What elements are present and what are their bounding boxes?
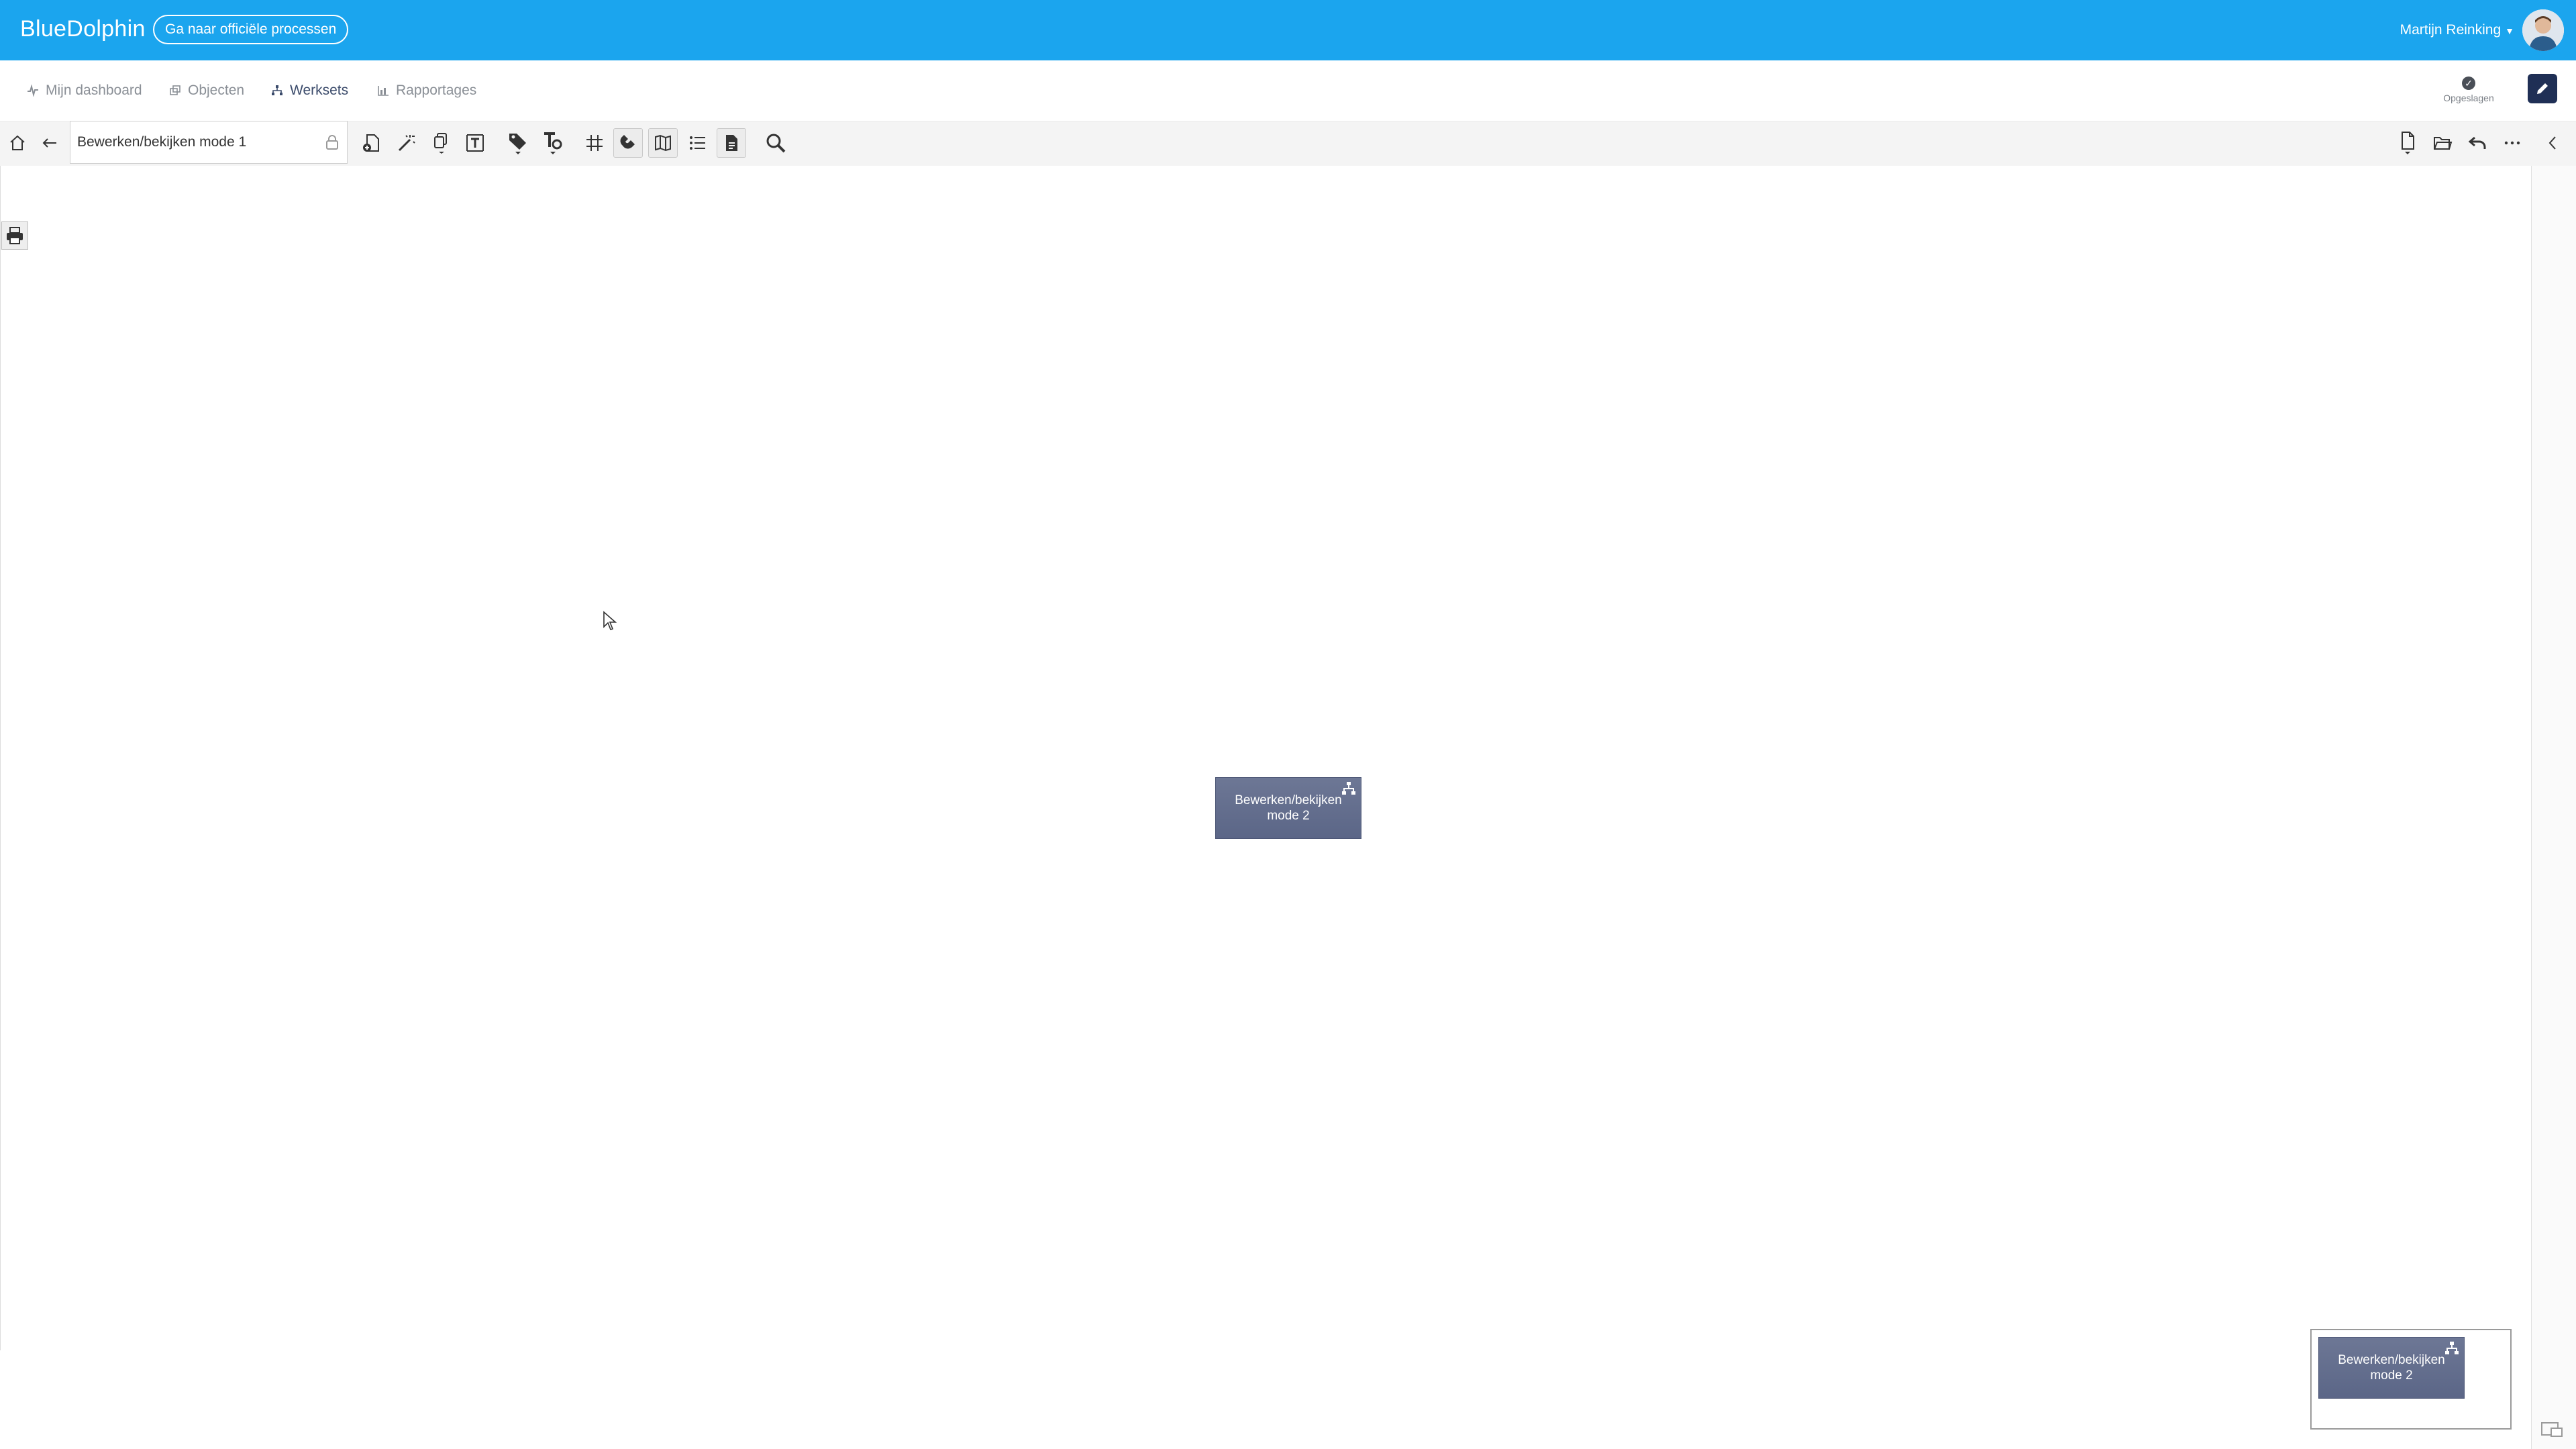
tag-button[interactable] [503, 128, 533, 158]
undo-button[interactable] [2463, 128, 2492, 158]
home-icon [10, 135, 25, 150]
open-folder-button[interactable] [2428, 128, 2457, 158]
magic-wand-button[interactable] [392, 128, 421, 158]
node-label: Bewerken/bekijken mode 2 [1235, 793, 1342, 823]
saved-label: Opgeslagen [2443, 93, 2494, 103]
diagram-node[interactable]: Bewerken/bekijken mode 2 [1215, 777, 1361, 839]
print-button[interactable] [1, 221, 28, 250]
nav-item-label: Werksets [290, 83, 349, 98]
bar-chart-icon [378, 86, 389, 96]
toolbar [0, 121, 2576, 166]
folder-open-icon [2434, 137, 2453, 150]
copy-dropdown-icon [434, 133, 447, 154]
back-button[interactable] [35, 128, 64, 158]
map-view-button[interactable] [648, 128, 678, 158]
home-button[interactable] [3, 128, 32, 158]
chevron-left-icon [2548, 136, 2556, 150]
hierarchy-icon [1342, 782, 1355, 795]
lock-icon[interactable] [325, 134, 340, 150]
mouse-cursor-icon [603, 611, 617, 630]
more-dots-icon [2504, 141, 2520, 145]
edit-mode-button[interactable] [2528, 74, 2557, 103]
top-bar: BlueDolphin Ga naar officiële processen … [0, 0, 2576, 60]
text-style-button[interactable] [538, 128, 568, 158]
minimap[interactable]: Bewerken/bekijken mode 2 [2310, 1329, 2512, 1430]
search-icon [766, 134, 786, 153]
objects-icon [170, 85, 181, 95]
new-file-button[interactable] [2393, 128, 2422, 158]
pencil-icon [2537, 83, 2548, 94]
pulse-icon [28, 85, 38, 97]
nav-item-label: Objecten [188, 83, 245, 98]
search-button[interactable] [761, 128, 790, 158]
save-status: ✓ Opgeslagen [2435, 77, 2502, 103]
minimap-node-label: Bewerken/bekijken mode 2 [2338, 1353, 2445, 1383]
new-file-dropdown-icon [2402, 132, 2414, 154]
nav-item-label: Mijn dashboard [46, 83, 142, 98]
diagram-canvas[interactable] [0, 166, 2532, 1350]
snap-button[interactable] [613, 128, 643, 158]
nav-item-objects[interactable]: Objecten [169, 81, 244, 101]
toggle-minimap-icon[interactable] [2540, 1420, 2563, 1439]
view-title-input[interactable] [70, 121, 348, 164]
right-side-panel [2531, 166, 2576, 1449]
collapse-panel-button[interactable] [2538, 128, 2568, 158]
document-button[interactable] [717, 128, 746, 158]
grid-icon [586, 135, 603, 151]
hierarchy-icon [2445, 1342, 2459, 1354]
undo-icon [2468, 136, 2486, 149]
text-frame-button[interactable] [460, 128, 490, 158]
user-name: Martijn Reinking [2400, 22, 2502, 38]
printer-icon [7, 227, 23, 244]
arrow-left-icon [42, 138, 56, 148]
nav-item-label: Rapportages [396, 83, 477, 98]
more-button[interactable] [2497, 128, 2527, 158]
document-icon [726, 135, 737, 151]
list-icon [690, 136, 705, 150]
list-button[interactable] [683, 128, 713, 158]
map-icon [655, 134, 671, 152]
main-nav: Mijn dashboard Objecten Werksets Rapport… [0, 60, 2576, 121]
avatar[interactable] [2522, 9, 2564, 51]
nav-item-reports[interactable]: Rapportages [377, 81, 476, 101]
brand-logo[interactable]: BlueDolphin [20, 16, 146, 42]
copy-button[interactable] [427, 128, 456, 158]
minimap-node: Bewerken/bekijken mode 2 [2318, 1337, 2465, 1399]
text-style-dropdown-icon [544, 132, 562, 154]
magnet-icon [620, 135, 635, 149]
new-object-button[interactable] [357, 128, 387, 158]
check-circle-icon: ✓ [2462, 77, 2475, 90]
nav-item-dashboard[interactable]: Mijn dashboard [27, 81, 142, 101]
text-frame-icon [466, 134, 484, 152]
tag-dropdown-icon [509, 134, 526, 154]
hierarchy-icon [272, 85, 282, 95]
official-processes-button[interactable]: Ga naar officiële processen [153, 15, 349, 44]
nav-item-worksets[interactable]: Werksets [271, 81, 348, 101]
grid-button[interactable] [580, 128, 609, 158]
caret-down-icon: ▼ [2505, 26, 2514, 36]
user-menu[interactable]: Martijn Reinking ▼ [2400, 22, 2514, 38]
magic-wand-icon [398, 135, 415, 152]
file-add-icon [363, 134, 379, 152]
